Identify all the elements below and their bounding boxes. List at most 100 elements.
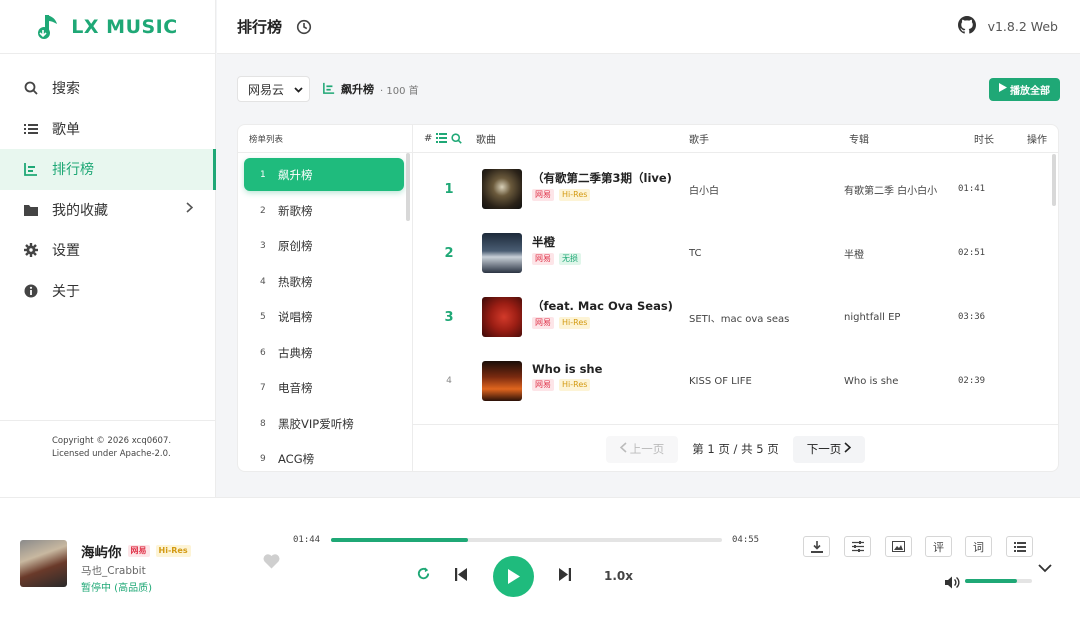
lyric-button[interactable]: 词 <box>965 536 992 557</box>
sidebar-item-settings[interactable]: 设置 <box>0 230 215 271</box>
board-item-name: 原创榜 <box>278 239 313 254</box>
board-item[interactable]: 7 电音榜 <box>244 371 404 407</box>
github-icon[interactable] <box>957 16 976 37</box>
song-duration: 01:41 <box>958 184 986 194</box>
song-album: 半橙 <box>844 249 864 261</box>
image-icon <box>892 541 905 552</box>
board-name: 飙升榜 <box>341 83 374 96</box>
song-list: # 歌曲 歌手 专辑 时长 操作 1 （有歌第二季第3期（live) 网易 Hi… <box>413 125 1058 471</box>
next-page-button[interactable]: 下一页 <box>792 435 866 463</box>
copyright-line: Copyright © 2026 xcq0607. <box>52 436 172 446</box>
playback-rate-button[interactable]: 1.0x <box>604 569 633 583</box>
previous-track-icon[interactable] <box>455 566 467 585</box>
song-title: （有歌第二季第3期（live) <box>532 171 672 185</box>
board-count: · 100 首 <box>380 85 419 97</box>
now-playing-info: 海屿你 网易 Hi-Res 马也_Crabbit 暂停中 (高品质) <box>81 541 191 594</box>
table-row[interactable]: 2 半橙 网易 无损 TC 半橙 02:51 <box>413 221 1058 285</box>
sidebar-item-playlists[interactable]: 歌单 <box>0 109 215 150</box>
cover-button[interactable] <box>885 536 912 557</box>
board-item[interactable]: 3 原创榜 <box>244 229 404 265</box>
song-album: 有歌第二季 白小白小 <box>844 185 938 197</box>
loop-icon[interactable] <box>416 566 431 585</box>
sidebar-item-about[interactable]: 关于 <box>0 271 215 312</box>
board-item[interactable]: 4 热歌榜 <box>244 264 404 300</box>
sidebar-item-charts[interactable]: 排行榜 <box>0 149 216 190</box>
song-singer: 白小白 <box>689 185 719 197</box>
progress-fill <box>331 538 468 542</box>
board-list-scrollbar[interactable] <box>406 153 410 221</box>
volume-icon[interactable] <box>945 574 961 593</box>
app-name: LX MUSIC <box>71 15 178 38</box>
source-badge: 网易 <box>532 317 554 329</box>
quality-badge: Hi-Res <box>559 379 591 391</box>
song-album: nightfall EP <box>844 311 901 323</box>
comment-button[interactable]: 评 <box>925 536 952 557</box>
col-album: 专辑 <box>849 135 869 146</box>
chevron-down-icon[interactable] <box>1038 558 1052 577</box>
board-item-num: 5 <box>260 312 266 323</box>
song-singer: KISS OF LIFE <box>689 375 752 387</box>
board-item[interactable]: 1 飙升榜 <box>244 158 404 191</box>
play-button[interactable] <box>493 556 534 597</box>
source-badge: 网易 <box>532 189 554 201</box>
board-item-num: 3 <box>260 241 266 252</box>
table-row[interactable]: 1 （有歌第二季第3期（live) 网易 Hi-Res 白小白 有歌第二季 白小… <box>413 157 1058 221</box>
topbar-right: v1.8.2 Web <box>957 16 1058 37</box>
source-badge: 网易 <box>532 253 554 265</box>
song-tags: 网易 Hi-Res <box>532 317 673 329</box>
song-title: （feat. Mac Ova Seas) <box>532 299 673 313</box>
song-rank: 4 <box>446 376 452 386</box>
board-item[interactable]: 6 古典榜 <box>244 335 404 371</box>
pagination: 上一页 第 1 页 / 共 5 页 下一页 <box>413 424 1058 471</box>
song-title: Who is she <box>532 362 603 376</box>
play-all-button[interactable]: 播放全部 <box>989 77 1060 101</box>
next-page-label: 下一页 <box>806 442 842 456</box>
song-tags: 网易 Hi-Res <box>532 189 672 201</box>
now-playing-cover[interactable] <box>20 540 67 587</box>
board-item[interactable]: 9 ACG榜 <box>244 442 404 472</box>
table-row[interactable]: 3 （feat. Mac Ova Seas) 网易 Hi-Res SETI、ma… <box>413 285 1058 349</box>
source-select[interactable]: 网易云 <box>237 76 310 102</box>
volume-slider[interactable] <box>965 579 1032 583</box>
sidebar-item-label: 歌单 <box>52 121 80 138</box>
playback-status: 暂停中 (高品质) <box>81 583 152 594</box>
history-icon[interactable] <box>296 19 312 35</box>
song-list-scrollbar[interactable] <box>1052 154 1056 206</box>
board-item[interactable]: 5 说唱榜 <box>244 300 404 336</box>
table-row[interactable]: 4 Who is she 网易 Hi-Res KISS OF LIFE Who … <box>413 349 1058 413</box>
song-singer: SETI、mac ova seas <box>689 313 790 325</box>
board-list-header: 榜单列表 <box>238 125 412 153</box>
next-track-icon[interactable] <box>559 566 571 585</box>
list-sort-icon[interactable] <box>436 133 447 146</box>
progress-bar[interactable] <box>331 538 722 542</box>
board-item-num: 2 <box>260 205 266 216</box>
song-duration: 02:39 <box>958 376 986 386</box>
song-tags: 网易 无损 <box>532 253 581 265</box>
playlist-button[interactable] <box>1006 536 1033 557</box>
comment-icon: 评 <box>933 540 944 554</box>
sidebar-item-favorites[interactable]: 我的收藏 <box>0 190 215 231</box>
board-item-name: 电音榜 <box>278 381 313 396</box>
board-item[interactable]: 8 黑胶VIP爱听榜 <box>244 406 404 442</box>
download-button[interactable] <box>803 536 830 557</box>
sidebar-item-search[interactable]: 搜索 <box>0 68 215 109</box>
song-rank: 3 <box>444 309 454 325</box>
play-all-label: 播放全部 <box>1010 85 1050 97</box>
heart-icon[interactable] <box>263 554 280 573</box>
now-playing-artist: 马也_Crabbit <box>81 565 146 577</box>
song-info: Who is she 网易 Hi-Res <box>532 362 602 391</box>
player-bar: 海屿你 网易 Hi-Res 马也_Crabbit 暂停中 (高品质) 01:44… <box>0 497 1080 625</box>
equalizer-button[interactable] <box>844 536 871 557</box>
prev-page-button[interactable]: 上一页 <box>605 435 679 463</box>
prev-page-label: 上一页 <box>629 442 665 456</box>
board-item-name: ACG榜 <box>278 452 315 467</box>
chart-icon <box>23 161 39 177</box>
search-icon[interactable] <box>451 133 462 147</box>
board-item-num: 9 <box>260 454 266 465</box>
play-icon <box>508 569 520 584</box>
chevron-right-icon <box>844 442 852 456</box>
sidebar-nav: 搜索 歌单 排行榜 我的收藏 设置 关于 <box>0 54 216 312</box>
song-title: 半橙 <box>532 235 555 249</box>
board-item[interactable]: 2 新歌榜 <box>244 193 404 229</box>
app-logo[interactable]: LX MUSIC <box>0 0 215 54</box>
